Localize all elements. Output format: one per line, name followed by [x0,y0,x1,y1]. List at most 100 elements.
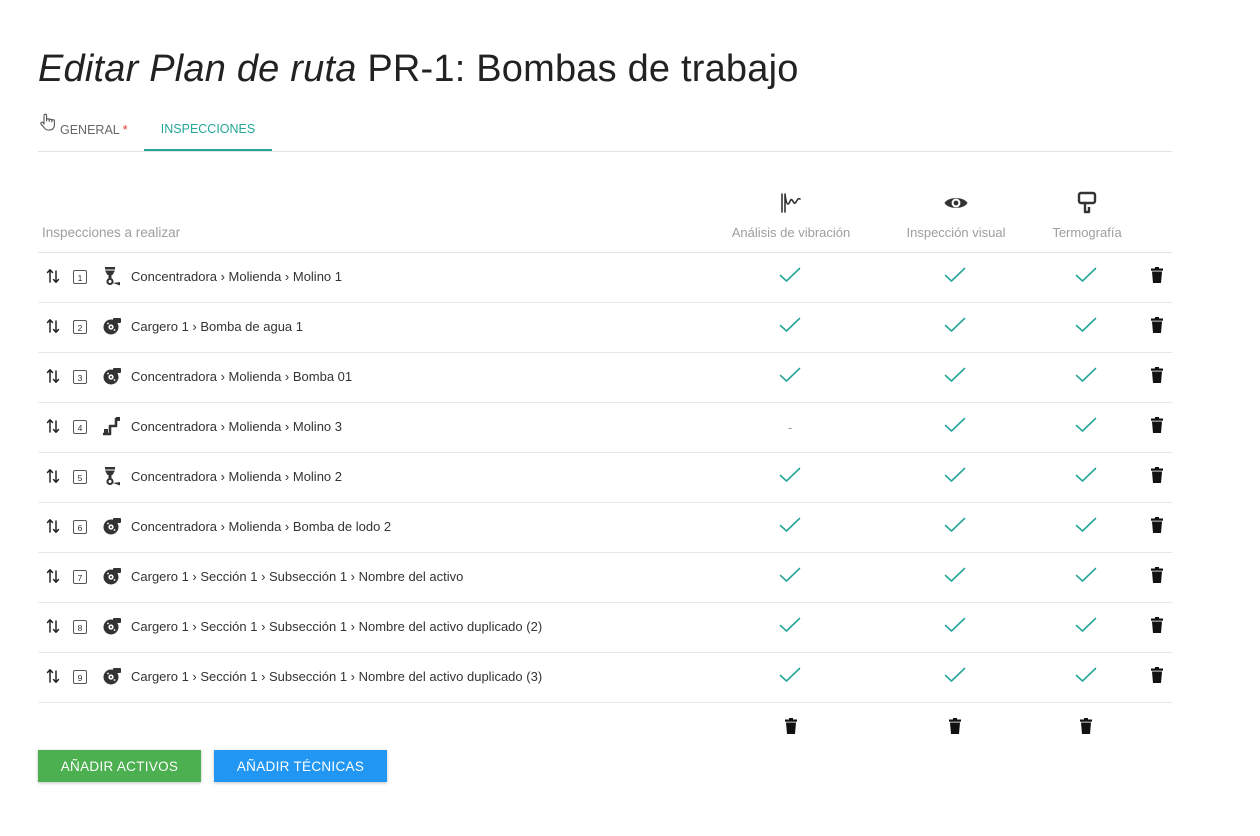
check-icon [1075,467,1097,488]
asset-path: Concentradora › Molienda › Bomba de lodo… [131,519,392,534]
asset-path: Concentradora › Molienda › Molino 2 [131,469,342,484]
reorder-handle-icon[interactable] [46,468,60,489]
delete-row-button[interactable] [1149,666,1165,688]
trash-icon [1151,316,1163,338]
mill-icon [102,266,122,291]
table-row: 7 Cargero 1 › Sección 1 › Subsección 1 › … [38,552,1172,603]
inspection-check[interactable] [1056,302,1116,352]
reorder-handle-icon[interactable] [46,568,60,589]
delete-row-button[interactable] [1149,416,1165,436]
eye-icon [896,191,1016,217]
add-assets-button[interactable]: AÑADIR ACTIVOS [38,750,201,782]
inspection-check[interactable] [925,502,985,552]
conveyor-icon [102,416,122,441]
inspection-check[interactable] [760,252,820,302]
table-row: 3 Concentradora › Molienda › Bomba 01 [38,352,1172,403]
check-icon [779,617,801,638]
page-title: Editar Plan de ruta PR-1: Bombas de trab… [38,48,799,91]
asset-path: Concentradora › Molienda › Bomba 01 [131,369,353,384]
trash-icon [1151,466,1163,488]
inspection-check[interactable] [925,352,985,402]
row-number: 7 [73,570,87,584]
row-number: 4 [73,420,87,434]
inspection-check[interactable] [925,402,985,452]
reorder-handle-icon[interactable] [46,618,60,639]
delete-row-button[interactable] [1149,516,1165,536]
inspection-check[interactable] [925,302,985,352]
inspection-check[interactable] [1056,502,1116,552]
check-icon [944,417,966,438]
add-techniques-button[interactable]: AÑADIR TÉCNICAS [214,750,387,782]
asset-path: Cargero 1 › Sección 1 › Subsección 1 › N… [131,569,464,584]
inspection-check[interactable] [760,552,820,602]
inspection-check[interactable] [1056,352,1116,402]
reorder-handle-icon[interactable] [46,368,60,389]
reorder-handle-icon[interactable] [46,318,60,339]
delete-technique-vibration-button[interactable] [783,717,799,735]
inspection-check[interactable] [1056,402,1116,452]
check-icon [779,467,801,488]
required-marker: * [122,122,128,137]
check-icon [779,267,801,288]
inspection-check[interactable] [925,652,985,702]
table-row: 1 Concentradora › Molienda › Molino 1 [38,252,1172,303]
check-icon [1075,567,1097,588]
page-title-rest: PR-1: Bombas de trabajo [367,48,799,90]
check-icon [779,367,801,388]
inspection-check[interactable] [760,352,820,402]
reorder-handle-icon[interactable] [46,668,60,689]
trash-icon [1151,616,1163,638]
inspection-check[interactable] [1056,252,1116,302]
inspection-cell-empty: - [760,402,820,452]
technique-thermography: Termografía [1042,191,1132,240]
asset-path: Cargero 1 › Sección 1 › Subsección 1 › N… [131,619,543,634]
inspection-check[interactable] [760,452,820,502]
inspection-check[interactable] [925,602,985,652]
check-icon [779,517,801,538]
delete-technique-thermography-button[interactable] [1078,717,1094,735]
delete-technique-visual-button[interactable] [947,717,963,735]
pump-icon [102,316,122,341]
reorder-handle-icon[interactable] [46,518,60,539]
delete-row-button[interactable] [1149,566,1165,588]
tab-inspecciones-label: INSPECCIONES [160,121,256,136]
check-icon [1075,667,1097,688]
row-number: 1 [73,270,87,284]
reorder-handle-icon[interactable] [46,418,60,439]
delete-row-button[interactable] [1149,466,1165,488]
trash-icon [1151,566,1163,588]
inspection-check[interactable] [760,502,820,552]
trash-icon [1151,666,1163,688]
header-label: Inspecciones a realizar [42,225,181,240]
inspection-check[interactable] [760,302,820,352]
table-row: 4 Concentradora › Molienda › Molino 3 - [38,402,1172,453]
inspection-check[interactable] [760,602,820,652]
inspection-check[interactable] [1056,452,1116,502]
pump-icon [102,666,122,691]
reorder-handle-icon[interactable] [46,268,60,289]
check-icon [944,667,966,688]
inspection-check[interactable] [1056,552,1116,602]
tab-general[interactable]: GENERAL * [38,108,128,151]
check-icon [944,517,966,538]
inspection-check[interactable] [760,652,820,702]
check-icon [1075,367,1097,388]
inspection-check[interactable] [1056,602,1116,652]
check-icon [779,567,801,588]
delete-row-button[interactable] [1149,316,1165,338]
asset-path: Cargero 1 › Sección 1 › Subsección 1 › N… [131,669,543,684]
pointer-hand-icon [38,112,58,135]
inspection-check[interactable] [925,552,985,602]
delete-row-button[interactable] [1149,266,1165,286]
check-icon [1075,517,1097,538]
inspection-check[interactable] [925,452,985,502]
check-icon [944,617,966,638]
inspection-check[interactable] [1056,652,1116,702]
delete-row-button[interactable] [1149,366,1165,386]
inspection-check[interactable] [925,252,985,302]
delete-row-button[interactable] [1149,616,1165,638]
row-number: 6 [73,520,87,534]
tab-inspecciones[interactable]: INSPECCIONES [144,108,272,151]
tab-general-label: GENERAL [60,122,120,137]
check-icon [944,267,966,288]
